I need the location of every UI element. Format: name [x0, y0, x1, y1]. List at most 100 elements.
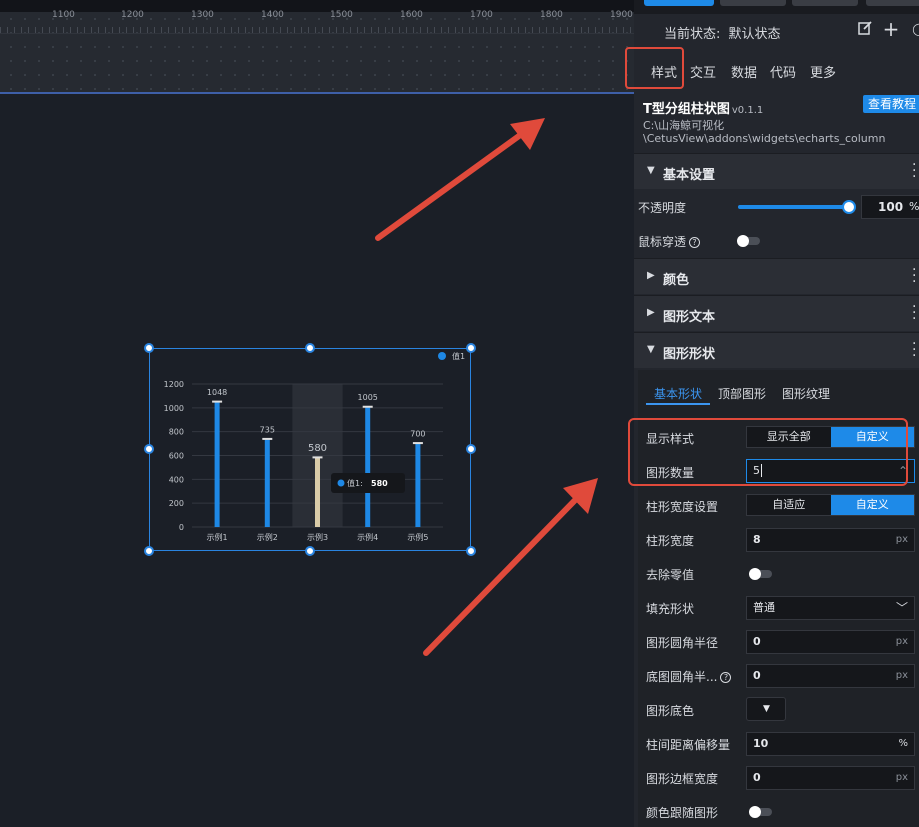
section-shape-text[interactable]: ▶ 图形文本 · · · [634, 295, 919, 331]
ruler-tick-label: 1300 [191, 10, 214, 20]
bar-width-auto-option[interactable]: 自适应 [747, 495, 831, 515]
y-tick-label: 1200 [164, 380, 184, 389]
bar-width-input[interactable]: 8 px [746, 528, 915, 552]
opacity-input[interactable]: 100 % [861, 195, 919, 219]
tab-interaction[interactable]: 交互 [690, 62, 716, 81]
opacity-slider[interactable] [738, 205, 848, 209]
resize-handle-top[interactable] [305, 343, 315, 353]
bar-cap [312, 456, 323, 459]
fill-shape-select[interactable]: 普通 ﹀ [746, 596, 915, 620]
follow-color-toggle[interactable] [749, 806, 772, 818]
caret-right-icon: ▶ [647, 307, 655, 318]
unit-label: px [895, 636, 908, 647]
editor-canvas[interactable]: 1100 1200 1300 1400 1500 1600 1700 1800 … [0, 0, 634, 827]
unit-label: px [895, 670, 908, 681]
section-label: 图形文本 [663, 310, 716, 325]
resize-handle-bottom[interactable] [305, 546, 315, 556]
bar-cap [212, 400, 223, 403]
tooltip-label: 值1: [347, 478, 363, 488]
section-color[interactable]: ▶ 颜色 · · · [634, 258, 919, 294]
ruler-tick-label: 1100 [52, 10, 75, 20]
y-tick-label: 600 [169, 452, 184, 461]
corner-radius-input[interactable]: 0 px [746, 630, 915, 654]
resize-handle-right[interactable] [466, 444, 476, 454]
tab-data[interactable]: 数据 [731, 62, 757, 81]
component-title: T型分组柱状图 v0.1.1 [643, 98, 763, 117]
x-tick-label: 示例4 [357, 532, 378, 542]
tooltip-value: 580 [371, 479, 388, 488]
add-state-icon[interactable]: + [882, 19, 900, 39]
toolbar-button-edge[interactable] [866, 0, 919, 6]
gap-offset-input[interactable]: 10 % [746, 732, 915, 756]
data-label: 1005 [358, 393, 378, 402]
x-tick-label: 示例2 [257, 532, 278, 542]
component-name: T型分组柱状图 [643, 102, 730, 117]
ruler-tick-label: 1500 [330, 10, 353, 20]
tab-code[interactable]: 代码 [770, 62, 796, 81]
path-line: \CetusView\addons\widgets\echarts_column [643, 132, 886, 145]
border-width-input[interactable]: 0 px [746, 766, 915, 790]
property-panel: 当前状态: 默认状态 + ◯ 样式 交互 数据 代码 更多 T型分组柱状图v0.… [625, 0, 919, 827]
mouse-through-label: 鼠标穿透? [638, 233, 701, 250]
edit-icon[interactable] [856, 20, 874, 38]
state-label: 当前状态: [664, 27, 721, 42]
x-tick-label: 示例1 [207, 532, 228, 542]
tab-more[interactable]: 更多 [810, 62, 836, 81]
remove-zero-label: 去除零值 [646, 568, 695, 582]
publish-button-edge[interactable] [644, 0, 714, 6]
mouse-through-toggle[interactable] [737, 235, 760, 247]
more-icon[interactable]: ◯ [910, 20, 919, 38]
gap-offset-label: 柱间距离偏移量 [646, 738, 731, 752]
base-color-picker[interactable]: ▼ [746, 697, 786, 721]
resize-handle-bottom-left[interactable] [144, 546, 154, 556]
toolbar-button-edge[interactable] [792, 0, 858, 6]
remove-zero-toggle[interactable] [749, 568, 772, 580]
caret-down-icon: ▼ [647, 344, 655, 355]
ruler-tick-label: 1700 [470, 10, 493, 20]
caret-down-icon: ▼ [647, 165, 655, 176]
gap-offset-value: 10 [753, 737, 769, 750]
ruler-tick-label: 1600 [400, 10, 423, 20]
unit-label: px [895, 534, 908, 545]
view-tutorial-button[interactable]: 查看教程 [863, 95, 919, 113]
opacity-slider-handle[interactable] [842, 200, 856, 214]
ruler-tick-label: 1200 [121, 10, 144, 20]
data-label: 735 [260, 425, 275, 434]
toolbar-button-edge[interactable] [720, 0, 786, 6]
subtab-shape-texture[interactable]: 图形纹理 [782, 385, 830, 402]
resize-handle-top-right[interactable] [466, 343, 476, 353]
canvas-guide-line [0, 92, 634, 94]
more-vertical-icon[interactable]: · · · [912, 300, 916, 326]
base-color-label: 图形底色 [646, 704, 695, 718]
help-icon[interactable]: ? [720, 672, 732, 683]
bar-width-custom-option[interactable]: 自定义 [830, 495, 914, 515]
subtab-top-shape[interactable]: 顶部图形 [718, 385, 766, 402]
corner-radius-label: 图形圆角半径 [646, 636, 719, 650]
x-tick-label: 示例3 [307, 532, 328, 542]
annotation-arrow-up [375, 118, 545, 241]
y-tick-label: 800 [169, 428, 184, 437]
bar-width-label: 柱形宽度 [646, 534, 695, 548]
state-value[interactable]: 默认状态 [729, 27, 781, 42]
corner-radius-value: 0 [753, 635, 761, 648]
legend-label: 值1 [452, 351, 465, 361]
mouse-through-text: 鼠标穿透 [638, 235, 687, 249]
bar [214, 402, 220, 527]
more-vertical-icon[interactable]: · · · [912, 263, 916, 289]
bar [264, 439, 270, 527]
section-shape-form[interactable]: ▼ 图形形状 · · · [634, 332, 919, 368]
resize-handle-left[interactable] [144, 444, 154, 454]
annotation-arrow-middle [423, 478, 598, 656]
annotation-box-style-tab [625, 47, 684, 89]
ruler-tick-label: 1400 [261, 10, 284, 20]
subtab-basic-shape[interactable]: 基本形状 [654, 385, 702, 402]
base-radius-input[interactable]: 0 px [746, 664, 915, 688]
unit-label: % [898, 738, 908, 749]
more-vertical-icon[interactable]: · · · [912, 337, 916, 363]
bar [315, 457, 320, 527]
resize-handle-top-left[interactable] [144, 343, 154, 353]
more-vertical-icon[interactable]: · · · [912, 158, 916, 184]
help-icon[interactable]: ? [689, 237, 701, 248]
y-tick-label: 1000 [164, 404, 184, 413]
section-basic-settings[interactable]: ▼ 基本设置 · · · [634, 153, 919, 189]
